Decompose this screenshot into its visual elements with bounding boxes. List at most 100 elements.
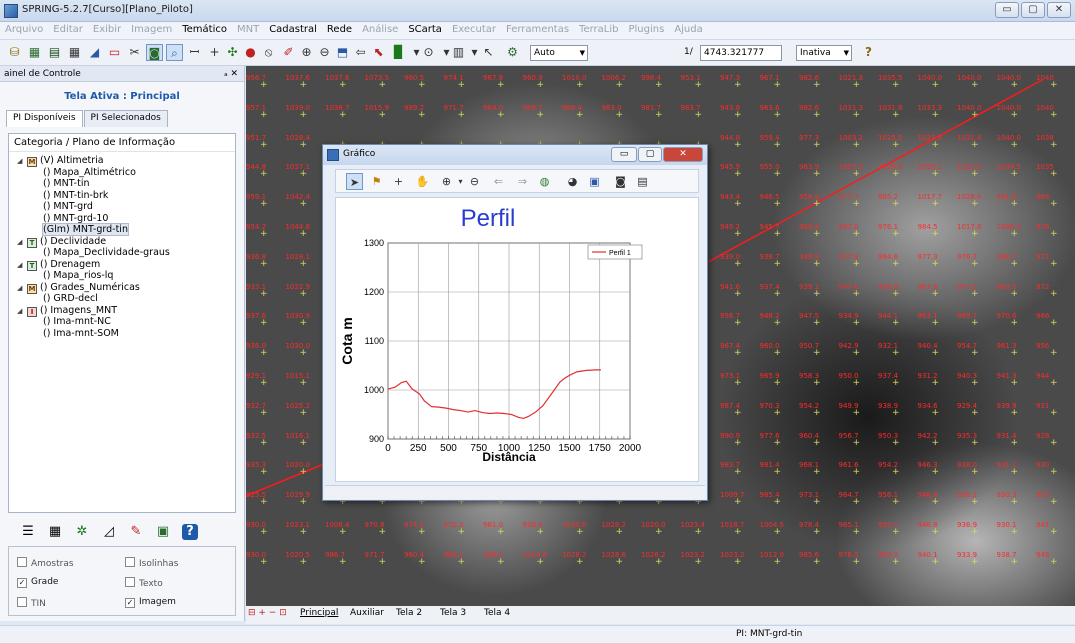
- tree-item[interactable]: () Mapa_rios-lq: [17, 270, 235, 282]
- tree-category[interactable]: ◢ M() Grades_Numéricas: [17, 282, 235, 294]
- menu-análise[interactable]: Análise: [357, 22, 403, 35]
- checkbox-icon[interactable]: ✓: [17, 578, 27, 588]
- edit-icon[interactable]: ✐: [280, 44, 297, 61]
- pan-icon[interactable]: ✣: [224, 44, 241, 61]
- save-icon[interactable]: ▣: [586, 173, 603, 190]
- check-tin[interactable]: TIN: [17, 597, 46, 609]
- pencil-icon[interactable]: ✎: [128, 524, 144, 540]
- zoom-in-icon[interactable]: ⊕: [298, 44, 315, 61]
- expand-icon[interactable]: ◢: [17, 156, 27, 168]
- tab-pi-disponiveis[interactable]: PI Disponíveis: [6, 110, 83, 127]
- forward-arrow-icon[interactable]: ⇒: [514, 173, 531, 190]
- tab-tela-2[interactable]: Tela 2: [396, 608, 422, 618]
- minimize-icon[interactable]: ▭: [995, 2, 1019, 18]
- checkbox-icon[interactable]: [17, 557, 27, 567]
- expand-icon[interactable]: ◢: [17, 260, 27, 272]
- tree-item[interactable]: () Mapa_Declividade-graus: [17, 247, 235, 259]
- crosshair-icon[interactable]: +: [390, 173, 407, 190]
- check-isolinhas[interactable]: Isolinhas: [125, 557, 178, 569]
- check-imagem[interactable]: ✓ Imagem: [125, 597, 176, 608]
- expand-icon[interactable]: ◢: [17, 283, 27, 295]
- panel-pin-close[interactable]: ₐ ✕: [224, 66, 238, 82]
- list-icon[interactable]: ☰: [20, 524, 36, 540]
- tree-category[interactable]: ◢ T() Drenagem: [17, 259, 235, 271]
- graph-window[interactable]: Gráfico ▭ ▢ ✕ ➤ ⚑ + ✋ ⊕ ▾ ⊖ ⇐ ⇒ ◍ ◕ ▣ ◙ …: [322, 144, 708, 501]
- tree-category[interactable]: ◢ I() Imagens_MNT: [17, 305, 235, 317]
- menu-scarta[interactable]: SCarta: [403, 22, 447, 35]
- tab-principal[interactable]: Principal: [300, 608, 338, 618]
- redraw-icon[interactable]: ⬉: [370, 44, 387, 61]
- tree-item[interactable]: () GRD-decl: [17, 293, 235, 305]
- checkbox-icon[interactable]: ✓: [125, 598, 135, 608]
- project-icon[interactable]: ▦: [26, 44, 43, 61]
- back-icon[interactable]: ⇦: [352, 44, 369, 61]
- draw-icon[interactable]: ◢: [86, 44, 103, 61]
- tab-auxiliar[interactable]: Auxiliar: [350, 608, 384, 618]
- tree-item[interactable]: () MNT-grd: [17, 201, 235, 213]
- checkbox-icon[interactable]: [17, 597, 27, 607]
- menu-plugins[interactable]: Plugins: [623, 22, 669, 35]
- window-icon[interactable]: ▭: [106, 44, 123, 61]
- expand-icon[interactable]: ◢: [17, 306, 27, 318]
- help-icon[interactable]: ?: [182, 524, 198, 540]
- display-icon[interactable]: ◙: [146, 44, 163, 61]
- menu-editar[interactable]: Editar: [48, 22, 88, 35]
- layers-icon[interactable]: ▉: [390, 44, 407, 61]
- tree-item[interactable]: () MNT-tin-brk: [17, 190, 235, 202]
- tree-category[interactable]: ◢ T() Declividade: [17, 236, 235, 248]
- menu-ferramentas[interactable]: Ferramentas: [501, 22, 574, 35]
- settings-icon[interactable]: ⚙: [504, 44, 521, 61]
- cursor-info-icon[interactable]: ↖: [480, 44, 497, 61]
- check-grade[interactable]: ✓ Grade: [17, 577, 58, 588]
- tab-pi-selecionados[interactable]: PI Selecionados: [83, 110, 168, 127]
- table-icon[interactable]: ▦: [47, 524, 63, 540]
- camera-icon[interactable]: ◙: [612, 173, 629, 190]
- checkbox-icon[interactable]: [125, 557, 135, 567]
- back-arrow-icon[interactable]: ⇐: [490, 173, 507, 190]
- checkbox-icon[interactable]: [125, 577, 135, 587]
- select-arrow-icon[interactable]: ➤: [346, 173, 363, 190]
- expand-icon[interactable]: ◢: [17, 237, 27, 249]
- info-icon[interactable]: ꟷ: [186, 44, 203, 61]
- tree-item[interactable]: () MNT-tin: [17, 178, 235, 190]
- menu-imagem[interactable]: Imagem: [126, 22, 177, 35]
- globe-icon[interactable]: ◍: [536, 173, 553, 190]
- graph-close-icon[interactable]: ✕: [663, 147, 703, 162]
- zoom-area-icon[interactable]: ⬒: [334, 44, 351, 61]
- scale-input[interactable]: 4743.321777: [700, 45, 782, 61]
- zoom-out-icon[interactable]: ⊖: [316, 44, 333, 61]
- chart-icon[interactable]: ◿: [101, 524, 117, 540]
- check-amostras[interactable]: Amostras: [17, 557, 74, 569]
- tree-item[interactable]: () Ima-mnt-NC: [17, 316, 235, 328]
- state-select[interactable]: Inativa ▼: [796, 45, 852, 61]
- tree-item[interactable]: () Ima-mnt-SOM: [17, 328, 235, 340]
- tree-item[interactable]: (Glm) MNT-grd-tin: [17, 223, 235, 236]
- help-icon[interactable]: ?: [860, 44, 877, 61]
- zoom-window-icon[interactable]: ⌕: [166, 44, 183, 61]
- menu-terralib[interactable]: TerraLib: [574, 22, 623, 35]
- pan-hand-icon[interactable]: ✋: [414, 173, 431, 190]
- grid-icon[interactable]: ▦: [66, 44, 83, 61]
- check-texto[interactable]: Texto: [125, 577, 163, 589]
- window-icon[interactable]: ▣: [155, 524, 171, 540]
- graph-maximize-icon[interactable]: ▢: [638, 147, 662, 162]
- menu-mnt[interactable]: MNT: [232, 22, 264, 35]
- menu-rede[interactable]: Rede: [322, 22, 357, 35]
- tree-item[interactable]: () Mapa_Altimétrico: [17, 167, 235, 179]
- maximize-icon[interactable]: ▢: [1021, 2, 1045, 18]
- table-icon[interactable]: ▤: [634, 173, 651, 190]
- tab-tela-3[interactable]: Tela 3: [440, 608, 466, 618]
- info-circle-icon[interactable]: ●: [242, 44, 259, 61]
- measure-icon[interactable]: ⦸: [260, 44, 277, 61]
- mode-select[interactable]: Auto ▼: [530, 45, 588, 61]
- cut-icon[interactable]: ✂: [126, 44, 143, 61]
- flag-icon[interactable]: ⚑: [368, 173, 385, 190]
- menu-temático[interactable]: Temático: [177, 22, 232, 35]
- menu-arquivo[interactable]: Arquivo: [0, 22, 48, 35]
- screen-nav[interactable]: ⊟ + − ⊡: [248, 608, 287, 618]
- palette-icon[interactable]: ◕: [564, 173, 581, 190]
- crosshair-icon[interactable]: +: [206, 44, 223, 61]
- menu-exibir[interactable]: Exibir: [88, 22, 126, 35]
- menu-ajuda[interactable]: Ajuda: [669, 22, 707, 35]
- tree-item[interactable]: () MNT-grd-10: [17, 213, 235, 225]
